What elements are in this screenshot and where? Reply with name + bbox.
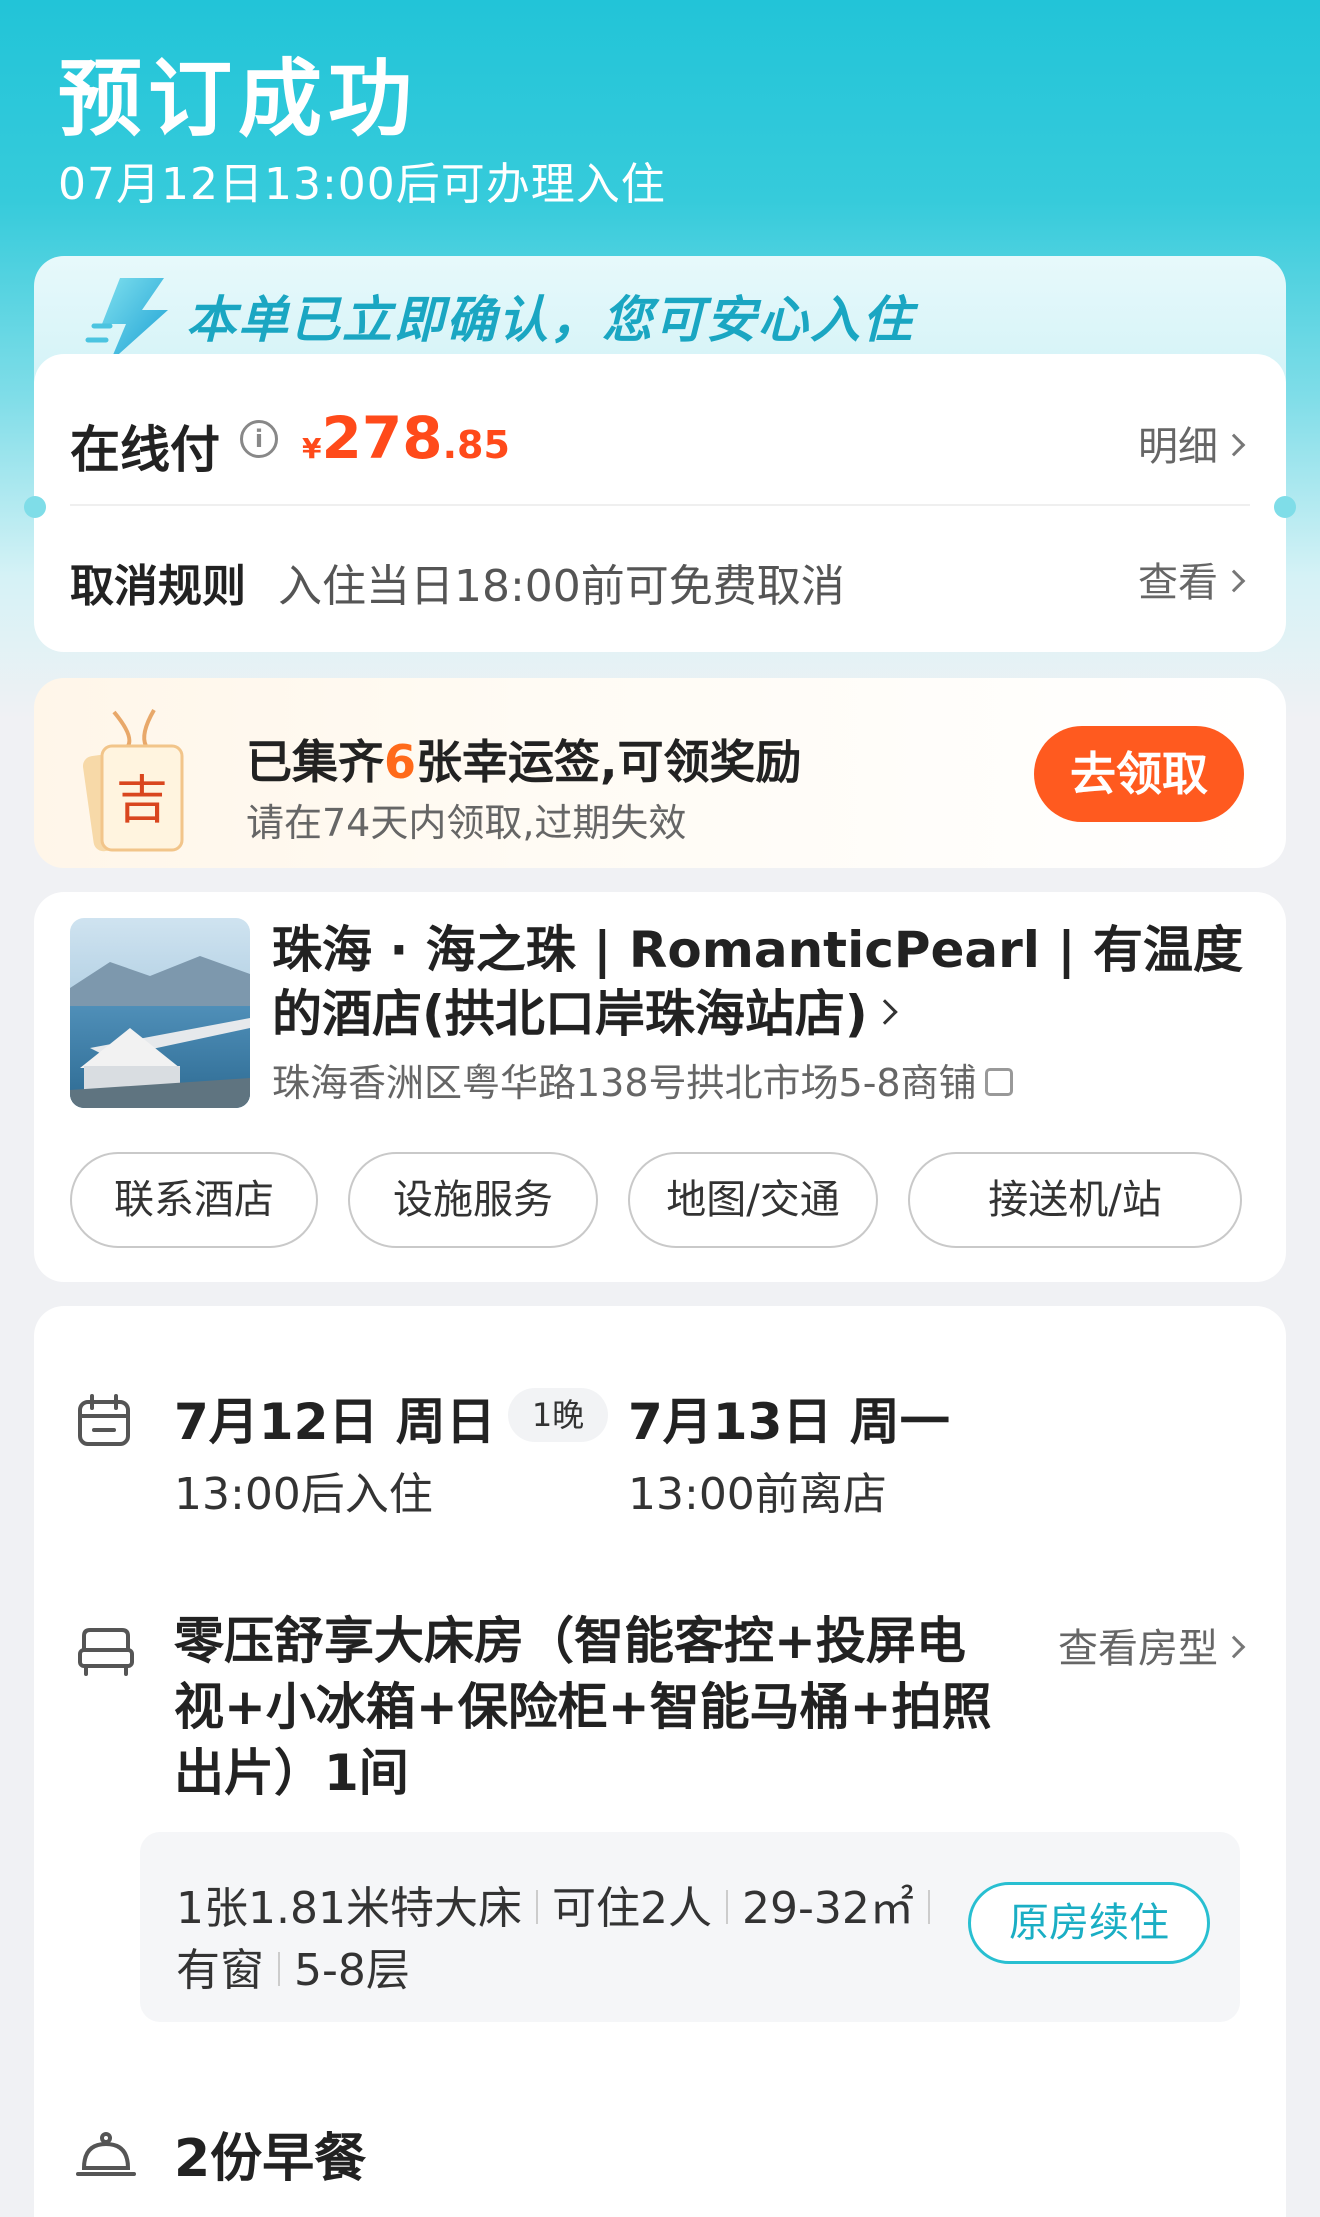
claim-reward-button[interactable]: 去领取 bbox=[1034, 726, 1244, 822]
room-info-line-2: 有窗 5-8层 bbox=[176, 1934, 410, 1998]
confirm-message: 本单已立即确认，您可安心入住 bbox=[186, 291, 914, 349]
hotel-card: 珠海 · 海之珠 | RomanticPearl | 有温度的酒店(拱北口岸珠海… bbox=[34, 892, 1286, 1282]
payment-method-label: 在线付 bbox=[70, 421, 220, 479]
room-info-box: 1张1.81米特大床 可住2人 29-32㎡ 有窗 5-8层 原房续住 bbox=[140, 1832, 1240, 2022]
checkin-date: 7月12日 周日 bbox=[174, 1393, 496, 1451]
room-area: 29-32㎡ bbox=[741, 1883, 914, 1934]
bed-icon bbox=[78, 1628, 134, 1676]
divider bbox=[70, 504, 1250, 506]
cancel-rule-link[interactable]: 查看 bbox=[1138, 550, 1246, 608]
chevron-right-icon bbox=[1222, 569, 1246, 593]
separator bbox=[927, 1890, 930, 1924]
chevron-right-icon bbox=[1222, 1635, 1246, 1659]
card-notch-right bbox=[1274, 496, 1296, 518]
checkout-date: 7月13日 周一 bbox=[628, 1393, 950, 1451]
payment-card: 本单已立即确认，您可安心入住 在线付 i ¥278.85 明细 取消规则 入住当… bbox=[24, 256, 1296, 652]
price-decimal: .85 bbox=[442, 423, 510, 467]
airport-transfer-button[interactable]: 接送机/站 bbox=[908, 1152, 1242, 1248]
room-title: 零压舒享大床房（智能客控+投屏电视+小冰箱+保险柜+智能马桶+拍照出片）1间 bbox=[174, 1612, 992, 1802]
price-detail-link[interactable]: 明细 bbox=[1138, 414, 1246, 472]
lucky-title-suffix: 张幸运签,可领奖励 bbox=[416, 735, 802, 789]
price: ¥278.85 bbox=[302, 404, 510, 472]
info-icon[interactable]: i bbox=[240, 420, 278, 458]
view-room-link[interactable]: 查看房型 bbox=[1058, 1616, 1246, 1674]
facilities-button[interactable]: 设施服务 bbox=[348, 1152, 598, 1248]
separator bbox=[725, 1890, 728, 1924]
page-title: 预订成功 bbox=[58, 50, 419, 148]
price-currency: ¥ bbox=[302, 432, 322, 465]
checkin-time-subtitle: 07月12日13:00后可办理入住 bbox=[58, 159, 666, 210]
calendar-icon bbox=[78, 1394, 130, 1446]
hotel-name[interactable]: 珠海 · 海之珠 | RomanticPearl | 有温度的酒店(拱北口岸珠海… bbox=[272, 918, 1252, 1046]
payment-body: 在线付 i ¥278.85 明细 取消规则 入住当日18:00前可免费取消 查看 bbox=[34, 354, 1286, 652]
breakfast-info: 2份早餐 bbox=[174, 2129, 367, 2189]
lightning-icon bbox=[85, 278, 168, 362]
checkout-note: 13:00前离店 bbox=[628, 1469, 887, 1520]
price-detail-label: 明细 bbox=[1138, 424, 1218, 470]
lucky-charm-card[interactable]: 吉 已集齐6张幸运签,可领奖励 请在74天内领取,过期失效 去领取 bbox=[34, 678, 1286, 868]
chevron-right-icon bbox=[871, 998, 898, 1025]
hotel-thumbnail[interactable] bbox=[70, 918, 250, 1108]
lucky-tag-icon: 吉 bbox=[82, 708, 184, 852]
room-window: 有窗 bbox=[176, 1945, 264, 1996]
card-notch-left bbox=[24, 496, 46, 518]
cancel-rule-text: 入住当日18:00前可免费取消 bbox=[278, 561, 845, 612]
map-transport-button[interactable]: 地图/交通 bbox=[628, 1152, 878, 1248]
lucky-title-prefix: 已集齐 bbox=[246, 735, 384, 789]
nights-badge: 1晚 bbox=[508, 1388, 608, 1442]
contact-hotel-button[interactable]: 联系酒店 bbox=[70, 1152, 318, 1248]
hotel-name-text: 珠海 · 海之珠 | RomanticPearl | 有温度的酒店(拱北口岸珠海… bbox=[272, 921, 1244, 1043]
hotel-address-text: 珠海香洲区粤华路138号拱北市场5-8商铺 bbox=[272, 1061, 977, 1105]
checkin-note: 13:00后入住 bbox=[174, 1469, 433, 1520]
chevron-right-icon bbox=[1222, 433, 1246, 457]
cancel-rule-label: 取消规则 bbox=[70, 561, 246, 612]
separator bbox=[278, 1952, 280, 1986]
price-integer: 278 bbox=[321, 404, 443, 472]
lucky-tag-char: 吉 bbox=[116, 771, 168, 831]
service-bell-icon bbox=[76, 2132, 136, 2176]
room-bed: 1张1.81米特大床 bbox=[176, 1883, 522, 1934]
view-room-label: 查看房型 bbox=[1058, 1626, 1218, 1672]
cancel-rule-link-label: 查看 bbox=[1138, 560, 1218, 606]
lucky-subtitle: 请在74天内领取,过期失效 bbox=[246, 801, 687, 845]
renew-stay-button[interactable]: 原房续住 bbox=[968, 1882, 1210, 1964]
copy-icon[interactable] bbox=[984, 1067, 1013, 1096]
room-floor: 5-8层 bbox=[294, 1945, 410, 1996]
separator bbox=[535, 1890, 538, 1924]
room-info-line-1: 1张1.81米特大床 可住2人 29-32㎡ bbox=[176, 1872, 944, 1936]
stay-details-card: 7月12日 周日 1晚 7月13日 周一 13:00后入住 13:00前离店 零… bbox=[34, 1306, 1286, 2217]
room-capacity: 可住2人 bbox=[551, 1883, 712, 1934]
hotel-address: 珠海香洲区粤华路138号拱北市场5-8商铺 bbox=[272, 1052, 1013, 1107]
lucky-count: 6 bbox=[384, 735, 417, 789]
order-success-page: 预订成功 07月12日13:00后可办理入住 本单已立即确认，您可安心入住 在线… bbox=[0, 0, 1320, 2217]
lucky-title: 已集齐6张幸运签,可领奖励 bbox=[246, 726, 802, 792]
